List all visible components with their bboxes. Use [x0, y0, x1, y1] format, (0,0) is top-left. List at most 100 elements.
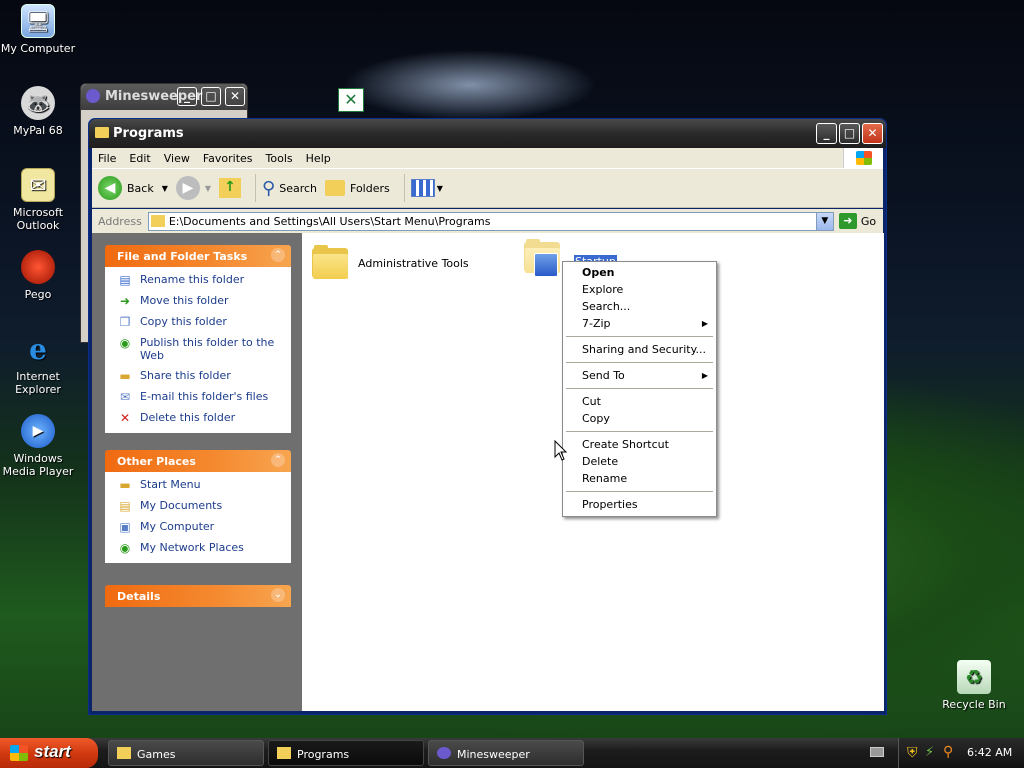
task-pane: File and Folder Tasks ⌃ ▤ Rename this fol… [92, 233, 302, 711]
folders-button[interactable]: Folders [325, 180, 390, 196]
close-button[interactable]: ✕ [862, 123, 883, 144]
menu-item-explore[interactable]: Explore [563, 281, 716, 298]
menu-view[interactable]: View [164, 152, 190, 165]
task-email-files[interactable]: ✉ E-mail this folder's files [117, 390, 291, 404]
menu-item-sharing-security[interactable]: Sharing and Security... [563, 341, 716, 358]
desktop-icon-windows-media-player[interactable]: ▶ Windows Media Player [0, 414, 78, 478]
menu-separator [566, 491, 713, 492]
expand-icon[interactable]: ⌄ [271, 588, 285, 602]
chevron-down-icon[interactable]: ▼ [162, 184, 168, 193]
maximize-button[interactable]: □ [201, 87, 221, 106]
submenu-arrow-icon: ▶ [701, 371, 708, 380]
desktop-icon-my-computer[interactable]: 🖥 My Computer [0, 4, 78, 55]
panel-header[interactable]: File and Folder Tasks ⌃ [105, 245, 291, 267]
menu-separator [566, 362, 713, 363]
menu-item-delete[interactable]: Delete [563, 453, 716, 470]
toolbar-separator [255, 174, 257, 202]
panel-body: ▤ Rename this folder ➜ Move this folder ❐ C… [105, 267, 291, 433]
computer-icon: 🖥 [21, 4, 55, 38]
clock[interactable]: 6:42 AM [967, 746, 1012, 759]
chevron-down-icon[interactable]: ▼ [815, 212, 833, 230]
chevron-down-icon[interactable]: ▼ [205, 184, 211, 193]
address-input[interactable]: E:\Documents and Settings\All Users\Star… [147, 211, 834, 231]
back-button[interactable]: ◀ Back ▼ [98, 176, 168, 200]
forward-arrow-icon: ▶ [175, 176, 200, 200]
minimize-button[interactable]: _ [816, 123, 837, 144]
place-label: My Documents [140, 499, 223, 512]
task-move-folder[interactable]: ➜ Move this folder [117, 294, 291, 308]
menu-item-create-shortcut[interactable]: Create Shortcut [563, 436, 716, 453]
start-button[interactable]: start [0, 738, 98, 768]
minesweeper-titlebar[interactable]: Minesweeper _ □ ✕ [81, 84, 247, 110]
task-share-folder[interactable]: ▬ Share this folder [117, 369, 291, 383]
task-rename-folder[interactable]: ▤ Rename this folder [117, 273, 291, 287]
taskbar-button-games[interactable]: Games [108, 740, 264, 766]
media-player-icon: ▶ [21, 414, 55, 448]
internet-explorer-icon: e [29, 332, 47, 366]
folder-item-label: Administrative Tools [358, 257, 469, 270]
menu-item-copy[interactable]: Copy [563, 410, 716, 427]
place-my-documents[interactable]: ▤ My Documents [117, 499, 291, 513]
explorer-window[interactable]: Programs _ □ ✕ File Edit View Favorites … [88, 118, 887, 715]
menu-separator [566, 388, 713, 389]
menu-favorites[interactable]: Favorites [203, 152, 253, 165]
system-tray: ⛨ ⚡ ⚲ 6:42 AM [898, 738, 1024, 768]
menu-separator [566, 431, 713, 432]
collapse-icon[interactable]: ⌃ [271, 248, 285, 262]
search-icon[interactable]: ⚲ [943, 744, 953, 760]
desktop-icon-internet-explorer[interactable]: e Internet Explorer [0, 332, 78, 396]
taskbar-button-label: Games [137, 748, 176, 761]
keyboard-icon[interactable] [870, 747, 884, 757]
taskbar-button-minesweeper[interactable]: Minesweeper [428, 740, 584, 766]
menu-edit[interactable]: Edit [129, 152, 150, 165]
task-delete-folder[interactable]: ✕ Delete this folder [117, 411, 291, 425]
task-publish-web[interactable]: ◉ Publish this folder to the Web [117, 336, 291, 362]
menu-item-rename[interactable]: Rename [563, 470, 716, 487]
taskbar-button-label: Minesweeper [457, 748, 530, 761]
rename-icon: ▤ [119, 272, 131, 287]
place-start-menu[interactable]: ▬ Start Menu [117, 478, 291, 492]
minimize-button[interactable]: _ [177, 87, 197, 106]
task-label: Delete this folder [140, 411, 236, 424]
menu-tools[interactable]: Tools [266, 152, 293, 165]
window-titlebar[interactable]: Programs _ □ ✕ [89, 119, 886, 148]
search-icon: ⚲ [262, 177, 276, 199]
globe-icon: ◉ [119, 335, 131, 350]
search-button[interactable]: ⚲ Search [262, 178, 317, 199]
forward-button[interactable]: ▶ ▼ [175, 176, 211, 200]
menu-item-open[interactable]: Open [563, 264, 716, 281]
go-arrow-icon: ➜ [838, 213, 857, 229]
menu-item-properties[interactable]: Properties [563, 496, 716, 513]
desktop-icon-recycle-bin[interactable]: ♻ Recycle Bin [934, 660, 1014, 711]
panel-header[interactable]: Details ⌄ [105, 585, 291, 607]
place-my-computer[interactable]: ▣ My Computer [117, 520, 291, 534]
go-button[interactable]: ➜ Go [838, 213, 876, 229]
close-button[interactable]: ✕ [225, 87, 245, 106]
collapse-icon[interactable]: ⌃ [271, 453, 285, 467]
menu-item-7zip[interactable]: 7-Zip ▶ [563, 315, 716, 332]
menu-item-search[interactable]: Search... [563, 298, 716, 315]
excel-shortcut-icon[interactable]: ✕ [338, 88, 364, 112]
menu-item-send-to[interactable]: Send To ▶ [563, 367, 716, 384]
menu-help[interactable]: Help [306, 152, 331, 165]
network-icon[interactable]: ⚡ [925, 745, 934, 760]
panel-header[interactable]: Other Places ⌃ [105, 450, 291, 472]
desktop-icon-mypal[interactable]: 🦝 MyPal 68 [0, 86, 78, 137]
windows-logo-icon [843, 148, 883, 168]
menu-file[interactable]: File [98, 152, 116, 165]
task-copy-folder[interactable]: ❐ Copy this folder [117, 315, 291, 329]
desktop-icon-pego[interactable]: Pego [0, 250, 78, 301]
views-button[interactable]: ▼ [410, 179, 443, 197]
back-arrow-icon: ◀ [98, 176, 122, 200]
task-label: Rename this folder [140, 273, 245, 286]
place-my-network-places[interactable]: ◉ My Network Places [117, 541, 291, 555]
folder-item-administrative-tools[interactable]: Administrative Tools [312, 243, 492, 283]
folder-icon [277, 747, 291, 759]
taskbar-button-programs[interactable]: Programs [268, 740, 424, 766]
desktop-icon-outlook[interactable]: ✉ Microsoft Outlook [0, 168, 78, 232]
menu-separator [566, 336, 713, 337]
security-shield-icon[interactable]: ⛨ [907, 745, 918, 761]
maximize-button[interactable]: □ [839, 123, 860, 144]
up-folder-button[interactable]: ↑ [219, 178, 242, 198]
menu-item-cut[interactable]: Cut [563, 393, 716, 410]
